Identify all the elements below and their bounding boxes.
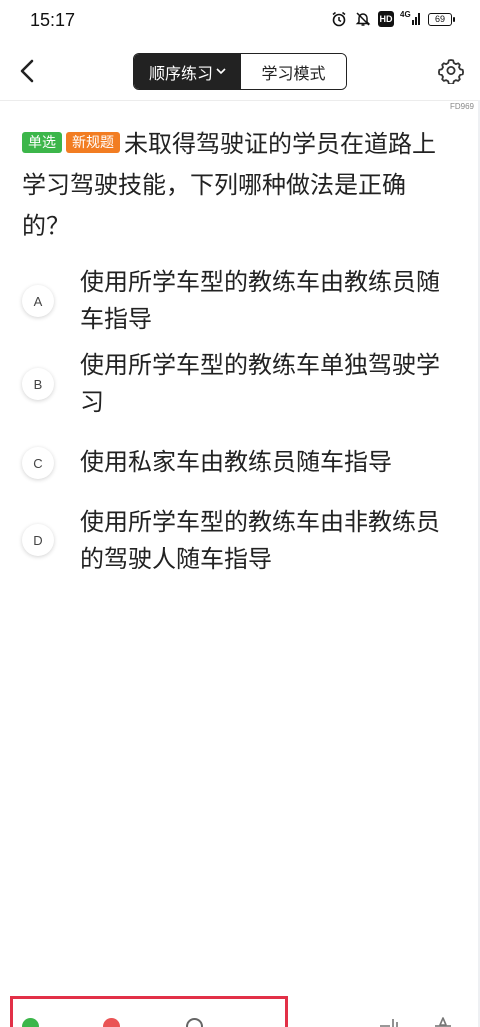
option-c-text: 使用私家车由教练员随车指导 [80,449,392,476]
header: 顺序练习 学习模式 [0,44,480,100]
question-type-tag: 单选 [22,132,62,153]
question-code: FD969 [449,102,474,111]
option-c-letter: C [22,447,54,479]
favorite-button[interactable] [432,1016,454,1027]
progress-dot-icon [186,1018,203,1027]
status-bar: 15:17 HD 4G 69 [0,0,480,40]
bell-mute-icon [354,10,372,28]
option-a[interactable]: A 使用所学车型的教练车由教练员随车指导 [0,264,480,338]
wrong-count[interactable] [103,1018,120,1027]
correct-dot-icon [22,1018,39,1027]
settings-button[interactable] [437,58,464,86]
chevron-left-icon [20,59,34,83]
star-icon [435,1017,451,1027]
option-c[interactable]: C 使用私家车由教练员随车指导 [0,444,480,481]
signal-icon: 4G [400,10,422,28]
mode-switcher: 顺序练习 学习模式 [133,53,347,90]
option-d-letter: D [22,524,54,556]
option-b[interactable]: B 使用所学车型的教练车单独驾驶学习 [0,347,480,421]
gear-icon [437,59,464,86]
tab-sequential-practice-label: 顺序练习 [148,65,213,83]
status-time: 15:17 [30,10,76,30]
back-button[interactable] [14,56,40,86]
highlight-box [10,996,288,1027]
question-stem: 单选 新规题 未取得驾驶证的学员在道路上学习驾驶技能，下列哪种做法是正确的？ [22,124,452,247]
tab-sequential-practice[interactable]: 顺序练习 [134,54,241,89]
hd-icon: HD [378,11,394,27]
header-divider [0,100,480,101]
option-a-letter: A [22,285,54,317]
wrong-dot-icon [103,1018,120,1027]
status-icons: HD 4G 69 [330,10,455,28]
option-d[interactable]: D 使用所学车型的教练车由非教练员的驾驶人随车指导 [0,504,480,578]
tab-study-mode[interactable]: 学习模式 [241,54,346,89]
explanation-button[interactable] [378,1016,400,1027]
tab-study-mode-label: 学习模式 [261,65,326,83]
new-rule-tag: 新规题 [66,132,120,153]
list-icon [380,1019,398,1027]
option-b-letter: B [22,368,54,400]
battery-icon: 69 [428,12,455,26]
option-d-text: 使用所学车型的教练车由非教练员的驾驶人随车指导 [80,509,440,573]
correct-count[interactable] [22,1018,39,1027]
chevron-down-icon [216,66,226,78]
option-a-text: 使用所学车型的教练车由教练员随车指导 [80,269,440,333]
option-b-text: 使用所学车型的教练车单独驾驶学习 [80,352,440,416]
progress-count[interactable] [186,1018,203,1027]
alarm-icon [330,10,348,28]
